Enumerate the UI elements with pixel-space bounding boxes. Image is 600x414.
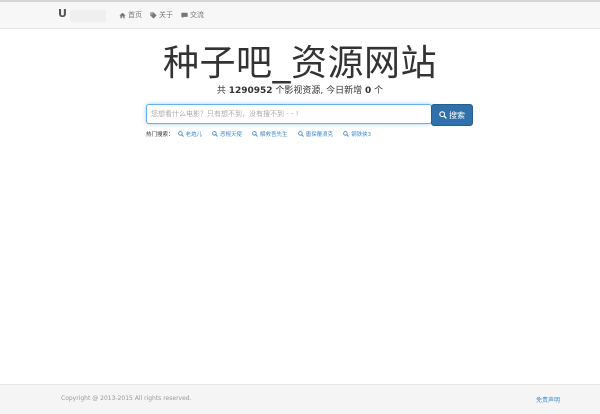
- hot-search-text: 唐探覆浪克: [305, 132, 334, 138]
- zoom-icon: [177, 131, 184, 137]
- hot-searches-label: 热门搜索：: [146, 132, 174, 138]
- hot-searches: 热门搜索： 老炮儿 恶棍天使 解救吾先生 唐探覆浪克 钢铁侠3: [146, 129, 381, 139]
- count-suffix: 个: [374, 86, 384, 96]
- count-prefix: 共: [216, 86, 226, 96]
- count-middle: 个影视资源, 今日新增: [275, 86, 363, 96]
- hot-search-link[interactable]: 恶棍天使: [212, 130, 242, 138]
- nav-menu: 首页 关于 交流: [116, 2, 209, 28]
- comment-icon: [181, 12, 188, 18]
- site-logo[interactable]: U: [58, 7, 106, 23]
- hot-search-link[interactable]: 钢铁侠3: [343, 130, 371, 138]
- nav-item-label: 交流: [190, 11, 204, 19]
- total-count: 1290952: [228, 86, 273, 96]
- hot-search-text: 解救吾先生: [260, 132, 288, 138]
- hot-search-text: 钢铁侠3: [351, 132, 372, 138]
- hot-search-text: 老炮儿: [185, 132, 203, 138]
- search-button[interactable]: 搜索: [431, 104, 473, 126]
- navbar: U 首页 关于 交流: [0, 2, 600, 29]
- home-icon: [119, 12, 126, 18]
- zoom-icon: [343, 131, 349, 137]
- search-button-label: 搜索: [449, 110, 465, 120]
- hot-search-link[interactable]: 唐探覆浪克: [297, 130, 334, 138]
- disclaimer-link[interactable]: 免责声明: [536, 395, 560, 404]
- copyright-text: Copyright @ 2013-2015 All rights reserve…: [61, 395, 192, 402]
- tags-icon: [150, 11, 157, 19]
- today-count: 0: [365, 86, 372, 96]
- hot-search-link[interactable]: 解救吾先生: [252, 130, 288, 138]
- zoom-icon: [212, 131, 218, 137]
- nav-item-chat[interactable]: 交流: [178, 2, 209, 28]
- nav-item-label: 首页: [128, 11, 142, 19]
- zoom-icon: [252, 131, 258, 137]
- logo-image: [70, 10, 106, 22]
- footer: Copyright @ 2013-2015 All rights reserve…: [0, 384, 600, 414]
- search-icon: [439, 111, 447, 119]
- page-title: 种子吧_资源网站: [162, 43, 437, 84]
- nav-item-label: 关于: [159, 11, 173, 19]
- logo-mark: U: [58, 7, 67, 20]
- hot-search-link[interactable]: 老炮儿: [177, 130, 203, 138]
- hot-search-text: 恶棍天使: [220, 132, 243, 138]
- nav-item-home[interactable]: 首页: [116, 2, 147, 28]
- search-input[interactable]: [146, 104, 432, 124]
- resource-count: 共 1290952 个影视资源, 今日新增 0 个: [0, 85, 600, 97]
- nav-item-about[interactable]: 关于: [147, 2, 178, 28]
- zoom-icon: [297, 131, 304, 137]
